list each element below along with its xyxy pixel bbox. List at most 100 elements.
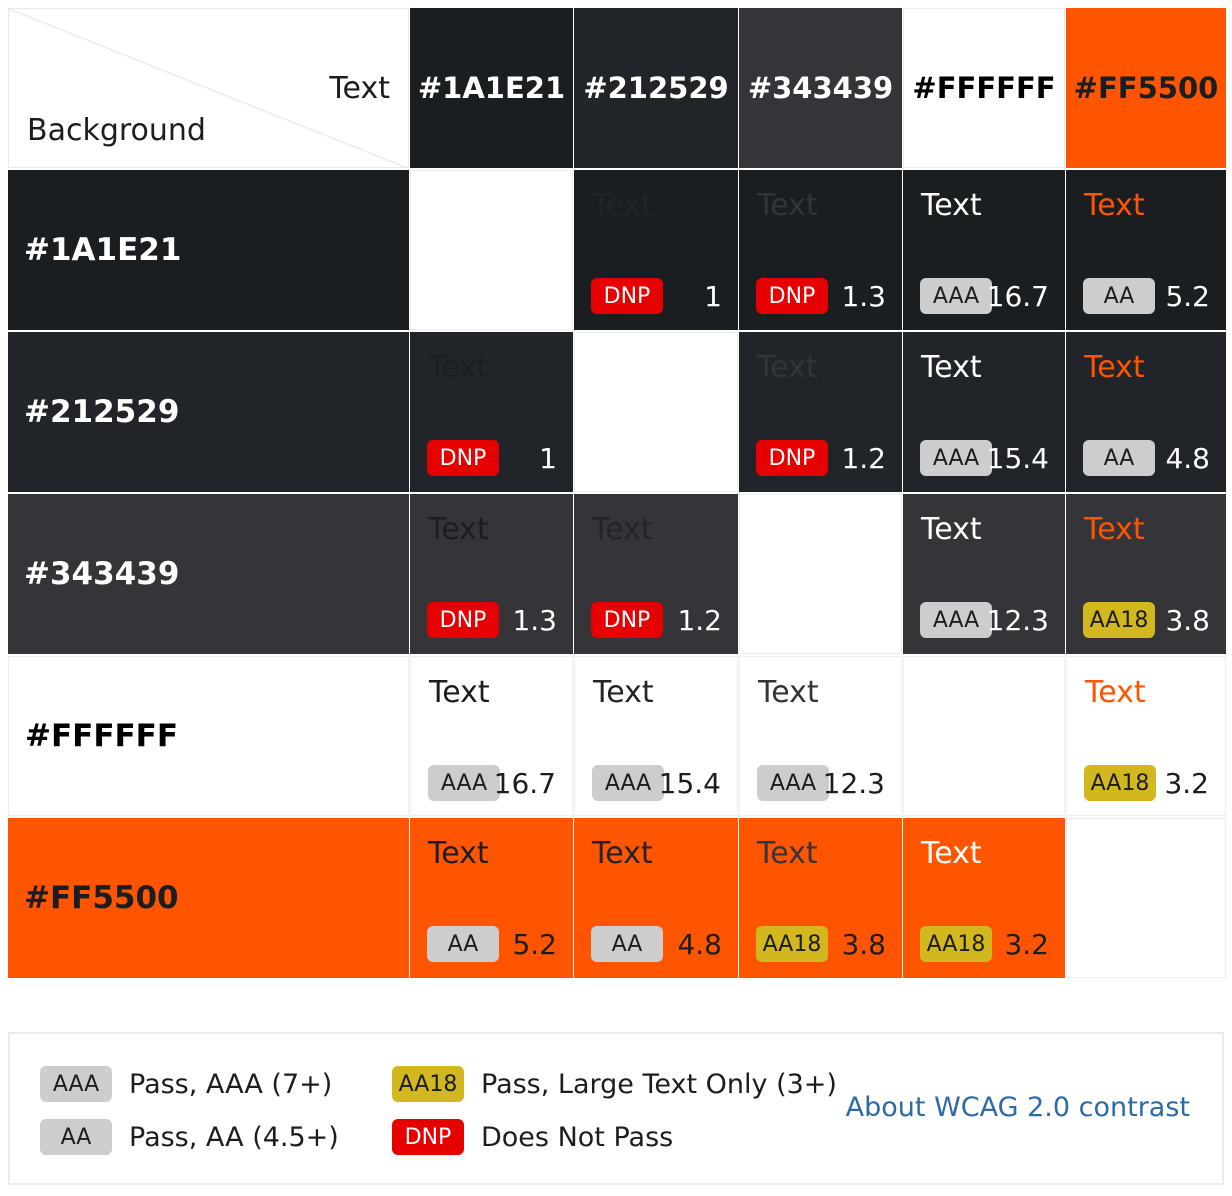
sample-text: Text bbox=[1084, 350, 1145, 385]
rating-badge: DNP bbox=[756, 440, 828, 476]
row-header-1: #1A1E21 bbox=[8, 170, 409, 330]
empty-cell bbox=[739, 494, 902, 654]
row-header-3: #343439 bbox=[8, 494, 409, 654]
contrast-grid: Text Background #1A1E21 #212529 #343439 #FF… bbox=[8, 8, 1226, 978]
contrast-cell: Text AAA 15.4 bbox=[903, 332, 1065, 492]
contrast-cell: Text AA18 3.2 bbox=[1066, 656, 1226, 816]
contrast-ratio: 1 bbox=[539, 442, 557, 475]
legend-item-aa: AA Pass, AA (4.5+) bbox=[40, 1119, 339, 1155]
sample-text: Text bbox=[921, 350, 982, 385]
sample-text: Text bbox=[1085, 675, 1146, 710]
contrast-ratio: 3.8 bbox=[841, 928, 886, 961]
rating-badge: AA bbox=[1083, 278, 1155, 314]
sample-text: Text bbox=[758, 675, 819, 710]
contrast-cell: Text AAA 16.7 bbox=[410, 656, 573, 816]
sample-text: Text bbox=[592, 836, 653, 871]
column-header-4: #FFFFFF bbox=[903, 8, 1065, 168]
contrast-ratio: 16.7 bbox=[986, 280, 1049, 313]
empty-cell bbox=[410, 170, 573, 330]
rating-badge: AA bbox=[1083, 440, 1155, 476]
row-header-4: #FFFFFF bbox=[8, 656, 409, 816]
contrast-cell: Text AAA 15.4 bbox=[574, 656, 738, 816]
sample-text: Text bbox=[757, 836, 818, 871]
contrast-cell: Text AA18 3.8 bbox=[739, 818, 902, 978]
contrast-cell: Text AA18 3.2 bbox=[903, 818, 1065, 978]
contrast-cell: Text AA18 3.8 bbox=[1066, 494, 1226, 654]
contrast-cell: Text AA 4.8 bbox=[574, 818, 738, 978]
column-header-3: #343439 bbox=[739, 8, 902, 168]
contrast-cell: Text AAA 12.3 bbox=[739, 656, 902, 816]
contrast-ratio: 16.7 bbox=[493, 767, 556, 800]
background-axis-label: Background bbox=[27, 113, 206, 148]
text-axis-label: Text bbox=[329, 71, 390, 106]
legend-item-aa18: AA18 Pass, Large Text Only (3+) bbox=[392, 1066, 837, 1102]
rating-badge: DNP bbox=[427, 440, 499, 476]
legend-item-aaa: AAA Pass, AAA (7+) bbox=[40, 1066, 332, 1102]
contrast-cell: Text AA 5.2 bbox=[1066, 170, 1226, 330]
corner-header: Text Background bbox=[8, 8, 409, 168]
rating-badge: DNP bbox=[591, 602, 663, 638]
legend-label-aa: Pass, AA (4.5+) bbox=[129, 1121, 339, 1153]
rating-badge: AAA bbox=[920, 440, 992, 476]
empty-cell bbox=[903, 656, 1065, 816]
contrast-ratio: 4.8 bbox=[677, 928, 722, 961]
rating-badge: AA18 bbox=[1084, 765, 1156, 801]
contrast-ratio: 5.2 bbox=[512, 928, 557, 961]
legend-label-aaa: Pass, AAA (7+) bbox=[129, 1068, 333, 1100]
column-header-2: #212529 bbox=[574, 8, 738, 168]
sample-text: Text bbox=[592, 512, 653, 547]
contrast-cell: Text DNP 1.2 bbox=[574, 494, 738, 654]
contrast-cell: Text DNP 1 bbox=[410, 332, 573, 492]
sample-text: Text bbox=[757, 188, 818, 223]
sample-text: Text bbox=[757, 350, 818, 385]
contrast-ratio: 1 bbox=[704, 280, 722, 313]
sample-text: Text bbox=[428, 836, 489, 871]
row-header-5: #FF5500 bbox=[8, 818, 409, 978]
rating-badge: DNP bbox=[756, 278, 828, 314]
contrast-ratio: 1.3 bbox=[512, 604, 557, 637]
contrast-ratio: 15.4 bbox=[658, 767, 721, 800]
legend-item-dnp: DNP Does Not Pass bbox=[392, 1119, 673, 1155]
legend-badge-aa: AA bbox=[40, 1119, 112, 1155]
sample-text: Text bbox=[921, 188, 982, 223]
about-wcag-link[interactable]: About WCAG 2.0 contrast bbox=[846, 1092, 1190, 1123]
contrast-ratio: 4.8 bbox=[1165, 442, 1210, 475]
column-header-1: #1A1E21 bbox=[410, 8, 573, 168]
contrast-cell: Text AAA 12.3 bbox=[903, 494, 1065, 654]
contrast-ratio: 12.3 bbox=[986, 604, 1049, 637]
rating-badge: AA18 bbox=[1083, 602, 1155, 638]
sample-text: Text bbox=[921, 512, 982, 547]
rating-badge: AAA bbox=[428, 765, 500, 801]
column-header-5: #FF5500 bbox=[1066, 8, 1226, 168]
contrast-cell: Text DNP 1 bbox=[574, 170, 738, 330]
contrast-ratio: 12.3 bbox=[822, 767, 885, 800]
rating-badge: AAA bbox=[592, 765, 664, 801]
legend-badge-aaa: AAA bbox=[40, 1066, 112, 1102]
rating-badge: AA18 bbox=[920, 926, 992, 962]
contrast-ratio: 3.8 bbox=[1165, 604, 1210, 637]
sample-text: Text bbox=[593, 675, 654, 710]
legend-panel: AAA Pass, AAA (7+) AA Pass, AA (4.5+) AA… bbox=[8, 1032, 1224, 1185]
rating-badge: AAA bbox=[920, 602, 992, 638]
rating-badge: DNP bbox=[591, 278, 663, 314]
contrast-ratio: 5.2 bbox=[1165, 280, 1210, 313]
legend-label-aa18: Pass, Large Text Only (3+) bbox=[481, 1068, 837, 1100]
sample-text: Text bbox=[1084, 512, 1145, 547]
sample-text: Text bbox=[429, 675, 490, 710]
sample-text: Text bbox=[428, 512, 489, 547]
contrast-cell: Text AA 5.2 bbox=[410, 818, 573, 978]
contrast-cell: Text AA 4.8 bbox=[1066, 332, 1226, 492]
legend-badge-aa18: AA18 bbox=[392, 1066, 464, 1102]
contrast-cell: Text DNP 1.2 bbox=[739, 332, 902, 492]
rating-badge: AA bbox=[427, 926, 499, 962]
contrast-ratio: 3.2 bbox=[1164, 767, 1209, 800]
contrast-ratio: 1.2 bbox=[841, 442, 886, 475]
contrast-ratio: 1.3 bbox=[841, 280, 886, 313]
contrast-ratio: 15.4 bbox=[986, 442, 1049, 475]
contrast-ratio: 1.2 bbox=[677, 604, 722, 637]
contrast-ratio: 3.2 bbox=[1004, 928, 1049, 961]
sample-text: Text bbox=[592, 188, 653, 223]
rating-badge: AAA bbox=[920, 278, 992, 314]
empty-cell bbox=[1066, 818, 1226, 978]
rating-badge: AA bbox=[591, 926, 663, 962]
